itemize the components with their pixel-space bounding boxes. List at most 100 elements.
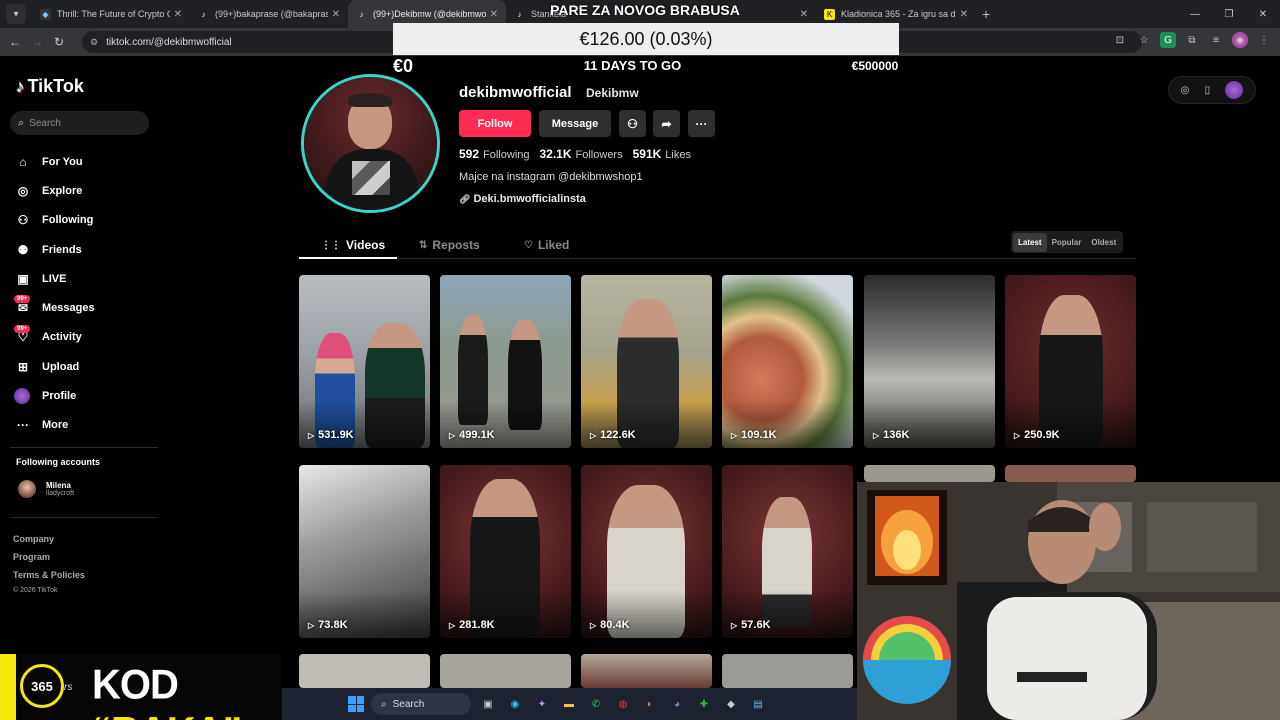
edge-icon[interactable]: ◉ bbox=[505, 694, 525, 714]
video-thumbnail[interactable]: ▷ 250.9K bbox=[1005, 275, 1136, 448]
firefox-icon[interactable]: ◐ bbox=[640, 694, 660, 714]
more-options-button[interactable]: ··· bbox=[688, 110, 715, 137]
video-thumbnail[interactable] bbox=[722, 654, 853, 688]
video-thumbnail[interactable] bbox=[1005, 465, 1136, 482]
video-thumbnail[interactable]: ▷ 122.6K bbox=[581, 275, 712, 448]
sort-latest-button[interactable]: Latest bbox=[1013, 232, 1047, 252]
sidebar-item-label: Messages bbox=[42, 302, 95, 315]
sidebar-item-following[interactable]: ⚇ Following bbox=[14, 206, 154, 235]
new-tab-icon[interactable]: + bbox=[982, 6, 990, 22]
sidebar-item-more[interactable]: ··· More bbox=[14, 411, 154, 440]
tab-reposts[interactable]: ⇅ Reposts bbox=[419, 231, 480, 259]
close-window-icon[interactable]: ✕ bbox=[1246, 9, 1280, 20]
video-thumbnail[interactable]: ▷ 109.1K bbox=[722, 275, 853, 448]
reload-icon[interactable]: ↻ bbox=[48, 35, 70, 49]
close-tab-icon[interactable]: ✕ bbox=[174, 9, 182, 20]
browser-tab[interactable]: ◆ Thrill: The Future of Crypto Casino ✕ bbox=[32, 0, 190, 28]
install-app-icon[interactable]: ⊡ bbox=[1112, 32, 1128, 48]
logo-text: TikTok bbox=[27, 76, 84, 96]
chrome-icon[interactable]: ◍ bbox=[613, 694, 633, 714]
video-thumbnail[interactable]: ▷ 73.8K bbox=[299, 465, 430, 638]
close-tab-icon[interactable]: ✕ bbox=[490, 9, 498, 20]
video-thumbnail[interactable]: ▷ 57.6K bbox=[722, 465, 853, 638]
suggested-accounts-button[interactable]: ⚇ bbox=[619, 110, 646, 137]
message-button[interactable]: Message bbox=[539, 110, 611, 137]
whatsapp-icon[interactable]: ✆ bbox=[586, 694, 606, 714]
task-view-icon[interactable]: ▣ bbox=[478, 694, 498, 714]
video-thumbnail[interactable]: ▷ 281.8K bbox=[440, 465, 571, 638]
discord-icon[interactable]: ◕ bbox=[667, 694, 687, 714]
bookmark-star-icon[interactable]: ☆ bbox=[1136, 32, 1152, 48]
tab-videos[interactable]: ⋮⋮ Videos bbox=[321, 231, 385, 259]
tab-liked[interactable]: ♡ Liked bbox=[524, 231, 569, 259]
sidebar-item-upload[interactable]: ⊞ Upload bbox=[14, 352, 154, 381]
notepad-icon[interactable]: ▤ bbox=[748, 694, 768, 714]
video-thumbnail[interactable] bbox=[440, 654, 571, 688]
search-input[interactable]: ⌕ Search bbox=[10, 111, 149, 135]
close-tab-icon[interactable]: ✕ bbox=[800, 9, 808, 20]
sidebar-item-for-you[interactable]: ⌂ For You bbox=[14, 147, 154, 176]
add-friend-icon: ⚇ bbox=[627, 116, 638, 131]
footer-link-company[interactable]: Company bbox=[13, 530, 85, 548]
play-icon: ▷ bbox=[449, 431, 456, 440]
following-stat[interactable]: 592 Following bbox=[459, 147, 530, 161]
video-thumbnail[interactable]: ▷ 80.4K bbox=[581, 465, 712, 638]
profile-avatar-large[interactable] bbox=[301, 74, 440, 213]
coin-icon[interactable]: ◎ bbox=[1181, 85, 1190, 96]
forward-icon[interactable]: → bbox=[26, 35, 48, 49]
tiktok-logo[interactable]: ♪ TikTok bbox=[16, 76, 84, 97]
compass-icon: ◎ bbox=[17, 183, 29, 198]
close-tab-icon[interactable]: ✕ bbox=[332, 9, 340, 20]
sort-popular-button[interactable]: Popular bbox=[1047, 233, 1087, 252]
restore-icon[interactable]: ❐ bbox=[1212, 9, 1246, 20]
webcam-feed bbox=[857, 482, 1280, 720]
sidebar-item-friends[interactable]: ⚉ Friends bbox=[14, 235, 154, 264]
followers-label: Followers bbox=[575, 149, 623, 161]
video-thumbnail[interactable]: ▷ 531.9K bbox=[299, 275, 430, 448]
extensions-puzzle-icon[interactable]: ⧉ bbox=[1184, 32, 1200, 48]
follow-button[interactable]: Follow bbox=[459, 110, 531, 137]
windows-start-icon[interactable] bbox=[348, 696, 364, 712]
profile-icon[interactable]: ◉ bbox=[1232, 32, 1248, 48]
obs-icon[interactable]: ◆ bbox=[721, 694, 741, 714]
share-button[interactable]: ➦ bbox=[653, 110, 680, 137]
followers-stat[interactable]: 32.1K Followers bbox=[540, 147, 623, 161]
followers-count: 32.1K bbox=[539, 147, 572, 161]
browser-tab[interactable]: ♪ (99+)bakaprase (@bakaprase) | TikTok ✕ bbox=[190, 0, 348, 28]
video-thumbnail[interactable]: ▷ 136K bbox=[864, 275, 995, 448]
donation-goal-bar: €126.00 (0.03%) bbox=[393, 23, 899, 55]
user-avatar[interactable] bbox=[1225, 81, 1244, 99]
sidebar-item-explore[interactable]: ◎ Explore bbox=[14, 176, 154, 205]
file-explorer-icon[interactable]: ▬ bbox=[559, 694, 579, 714]
footer-link-program[interactable]: Program bbox=[13, 548, 85, 566]
video-thumbnail[interactable] bbox=[864, 465, 995, 482]
tab-search-button[interactable]: ▾ bbox=[6, 4, 26, 24]
copilot-icon[interactable]: ✦ bbox=[532, 694, 552, 714]
following-account-item[interactable]: Milena lladycroft bbox=[18, 480, 74, 498]
tab-title: (99+)bakaprase (@bakaprase) | TikTok bbox=[215, 9, 328, 19]
browser-menu-icon[interactable]: ⋮ bbox=[1256, 32, 1272, 48]
back-icon[interactable]: ← bbox=[4, 35, 26, 49]
tab-label: Videos bbox=[346, 238, 386, 252]
sidebar-item-live[interactable]: ▣ LIVE bbox=[14, 264, 154, 293]
sidebar-divider bbox=[10, 447, 158, 448]
sponsor-suffix: rs bbox=[64, 682, 73, 693]
media-control-icon[interactable]: ≡ bbox=[1208, 32, 1224, 48]
extension-green-icon[interactable]: G bbox=[1160, 32, 1176, 48]
sort-oldest-button[interactable]: Oldest bbox=[1086, 233, 1121, 252]
sidebar-item-profile[interactable]: Profile bbox=[14, 381, 154, 410]
device-icon[interactable]: ▯ bbox=[1205, 85, 1211, 96]
sidebar-item-messages[interactable]: ✉ 99+ Messages bbox=[14, 293, 154, 322]
site-info-icon[interactable]: ⚙ bbox=[90, 37, 98, 48]
footer-link-terms[interactable]: Terms & Policies bbox=[13, 566, 85, 584]
minimize-icon[interactable]: — bbox=[1178, 9, 1212, 20]
video-view-count: ▷ 80.4K bbox=[590, 619, 630, 631]
video-thumbnail[interactable]: ▷ 499.1K bbox=[440, 275, 571, 448]
taskbar-search[interactable]: ⌕ Search bbox=[371, 693, 471, 715]
video-thumbnail[interactable] bbox=[299, 654, 430, 688]
sidebar-item-activity[interactable]: ♡ 99+ Activity bbox=[14, 323, 154, 352]
xbox-icon[interactable]: ✚ bbox=[694, 694, 714, 714]
profile-link[interactable]: 🔗︎ Deki.bmwofficialinsta bbox=[459, 193, 586, 205]
close-tab-icon[interactable]: ✕ bbox=[960, 9, 968, 20]
video-thumbnail[interactable] bbox=[581, 654, 712, 688]
